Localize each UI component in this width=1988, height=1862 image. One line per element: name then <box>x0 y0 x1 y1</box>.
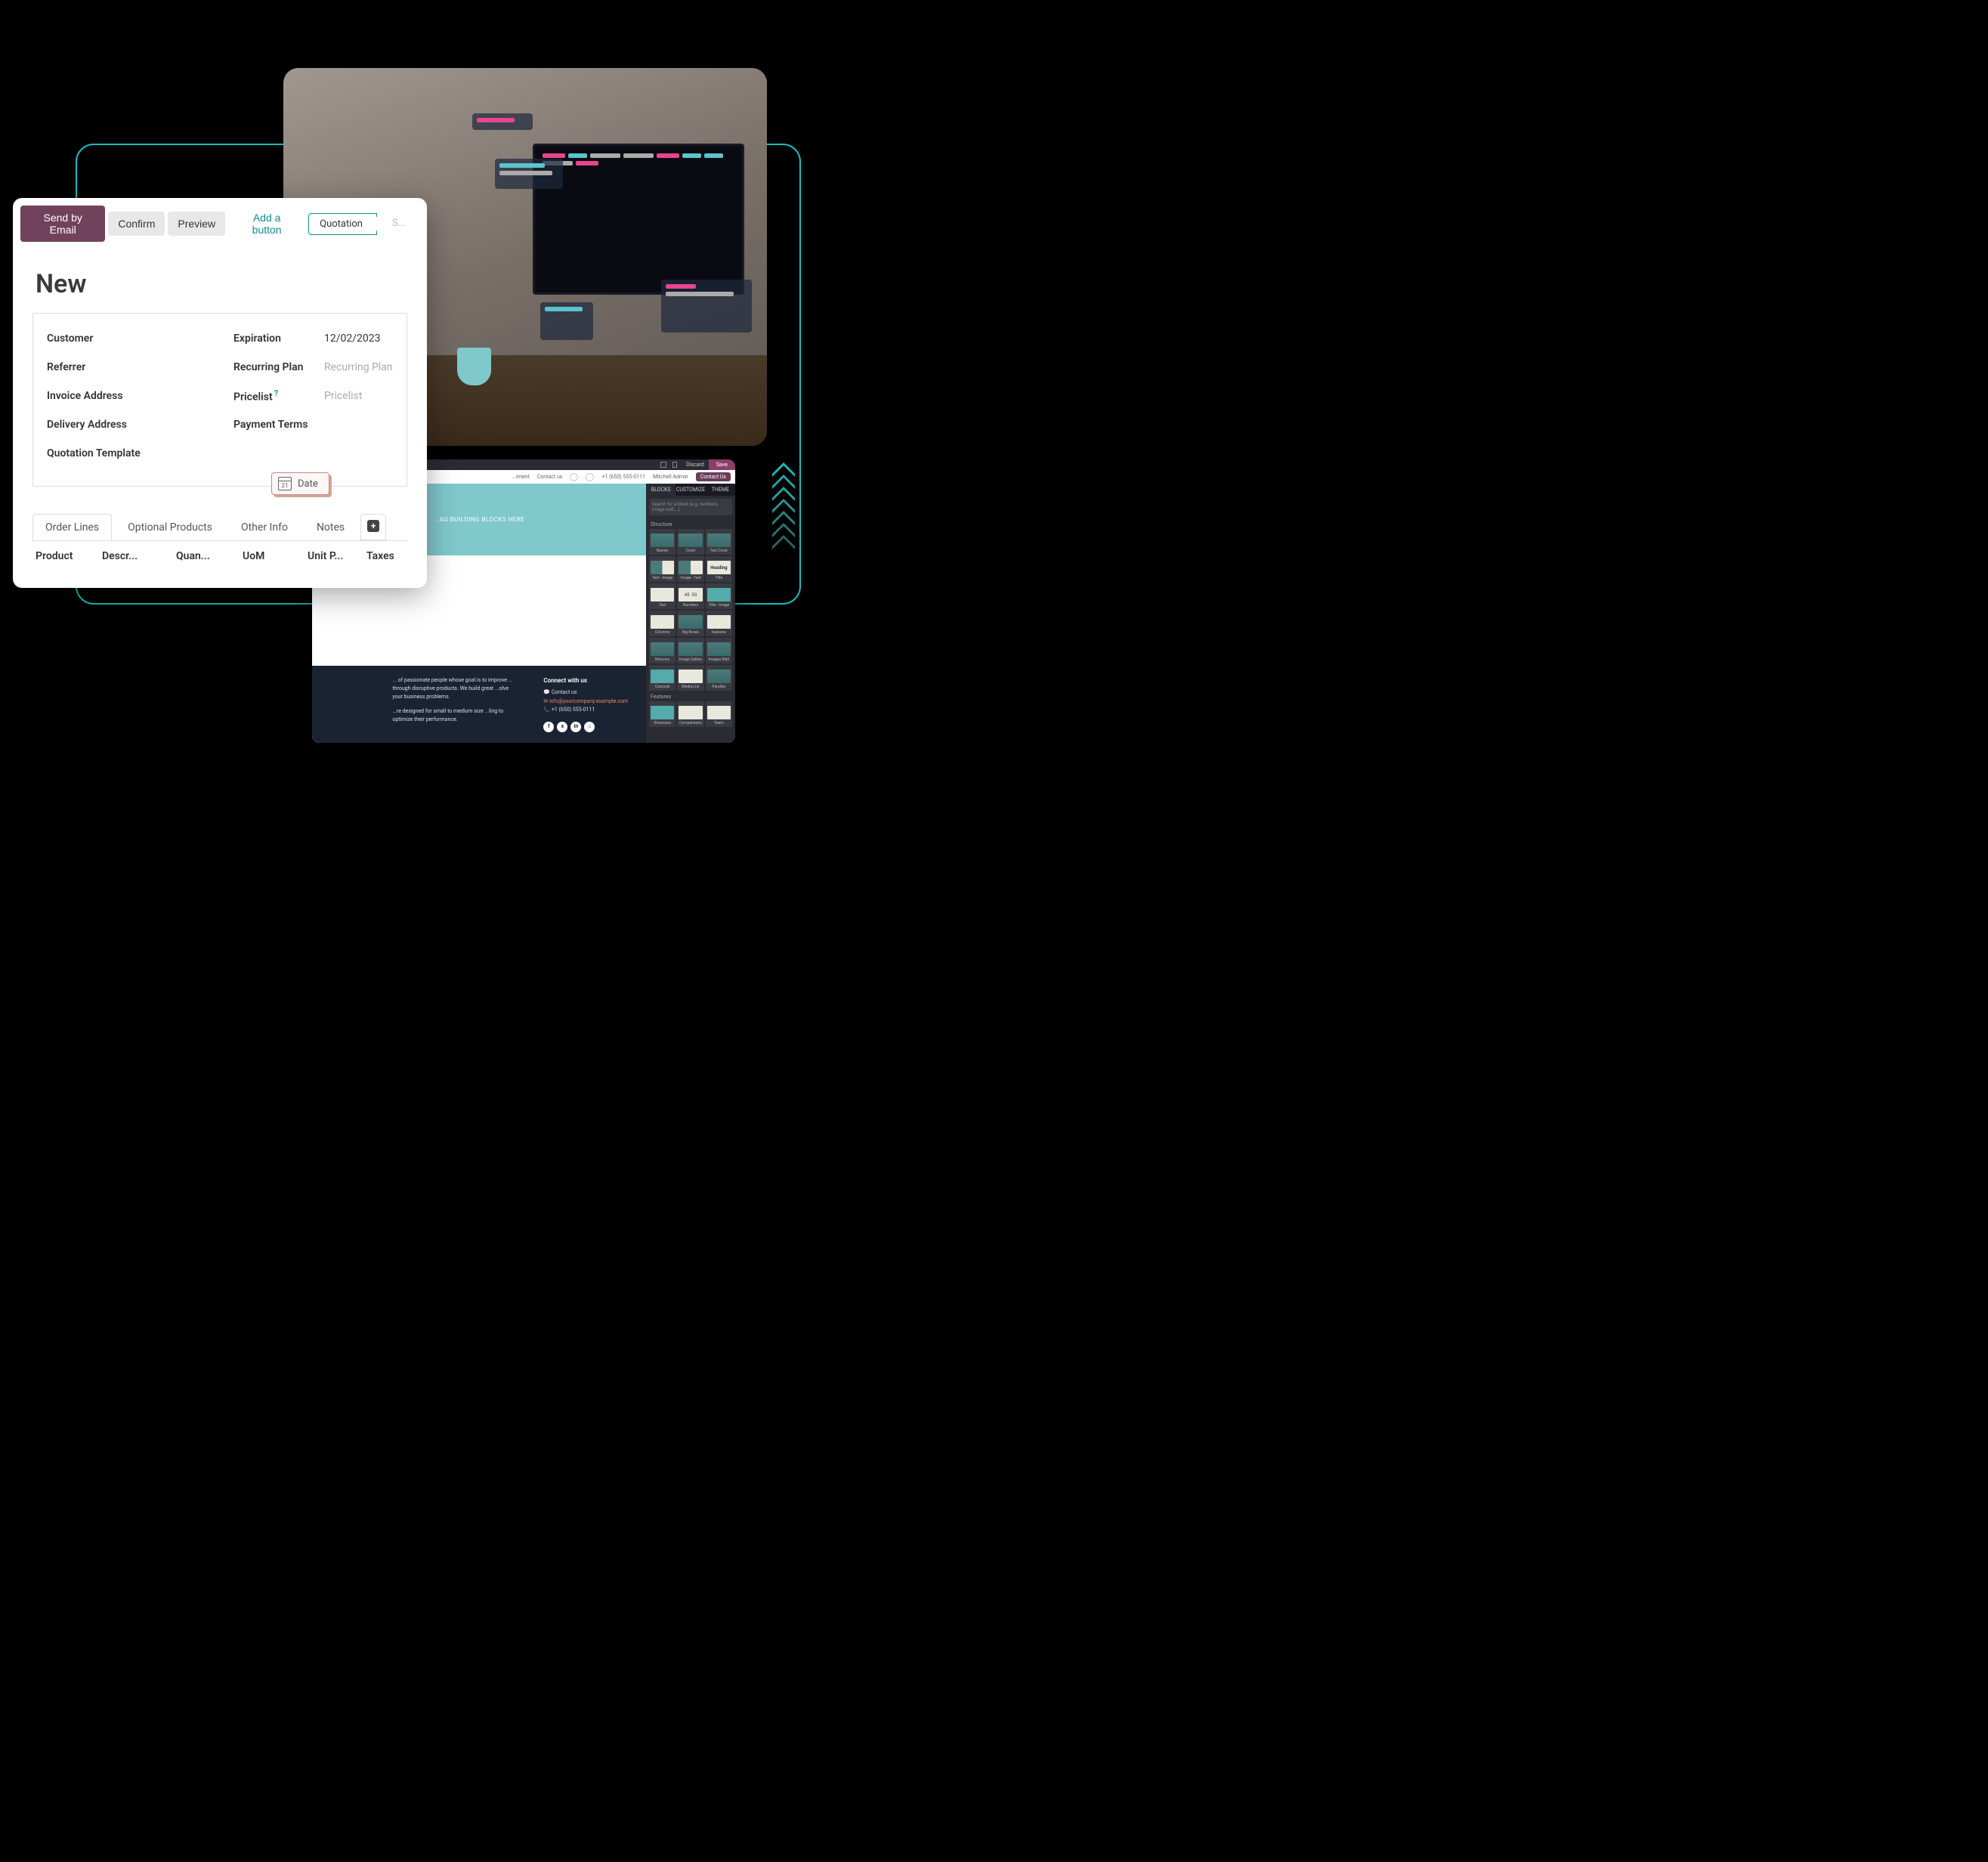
home-icon[interactable]: ⌂ <box>584 722 595 732</box>
tab-order-lines[interactable]: Order Lines <box>32 514 112 540</box>
form-tabs: Order Lines Optional Products Other Info… <box>32 514 407 541</box>
preview-button[interactable]: Preview <box>168 212 225 236</box>
nav-phone: +1 (650) 555-0111 <box>601 474 645 480</box>
block-cover[interactable]: Cover <box>677 529 703 555</box>
col-uom: UoM <box>243 550 280 562</box>
form-fields: Customer Referrer Invoice Address Delive… <box>32 313 407 487</box>
contact-us-button[interactable]: Contact Us <box>696 472 731 481</box>
site-footer: ... of passionate people whose goal is t… <box>312 666 646 743</box>
block-image-text[interactable]: Image - Text <box>677 556 703 582</box>
date-badge-label: Date <box>298 478 318 490</box>
referrer-label: Referrer <box>47 361 138 373</box>
side-tab-customize[interactable]: CUSTOMIZE <box>676 484 705 496</box>
discard-button[interactable]: Discard <box>682 459 708 470</box>
recurring-plan-label: Recurring Plan <box>233 361 324 373</box>
col-unit-price: Unit P... <box>308 550 353 562</box>
block-image-gallery[interactable]: Image Gallery <box>677 638 703 663</box>
side-tab-theme[interactable]: THEME <box>706 484 735 496</box>
mobile-icon[interactable] <box>672 462 677 468</box>
block-search[interactable]: Search for a block (e.g. numbers, image … <box>649 499 732 515</box>
footer-phone: 📞 +1 (650) 555-0111 <box>543 706 628 714</box>
side-tab-blocks[interactable]: BLOCKS <box>646 484 676 496</box>
confirm-button[interactable]: Confirm <box>108 212 165 236</box>
tab-other-info[interactable]: Other Info <box>228 514 301 540</box>
block-media-list[interactable]: Media List <box>677 665 703 691</box>
block-text[interactable]: Text <box>649 583 676 609</box>
col-quantity: Quan... <box>176 550 229 562</box>
quotation-template-label: Quotation Template <box>47 447 168 459</box>
search-icon[interactable] <box>586 473 594 481</box>
footer-email[interactable]: ✉ info@yourcompany.example.com <box>543 697 628 706</box>
send-email-button[interactable]: Send by Email <box>20 206 105 242</box>
tab-notes[interactable]: Notes <box>304 514 357 540</box>
footer-about-1: ... of passionate people whose goal is t… <box>392 676 513 702</box>
floating-panel <box>495 159 563 189</box>
help-icon[interactable]: ? <box>274 388 278 398</box>
col-taxes: Taxes <box>366 550 404 562</box>
form-toolbar: Send by Email Confirm Preview Add a butt… <box>13 206 427 249</box>
floating-panel <box>661 280 752 332</box>
expiration-value[interactable]: 12/02/2023 <box>324 332 381 345</box>
section-features: Features <box>646 691 735 701</box>
linkedin-icon[interactable]: in <box>570 722 581 732</box>
facebook-icon[interactable]: f <box>543 722 554 732</box>
date-badge[interactable]: 21 Date <box>271 472 329 495</box>
block-team[interactable]: Team <box>706 701 732 727</box>
payment-terms-label: Payment Terms <box>233 419 324 431</box>
col-product: Product <box>36 550 88 562</box>
add-button-link[interactable]: Add a button <box>228 206 305 242</box>
calendar-icon: 21 <box>278 477 292 490</box>
cart-icon[interactable] <box>570 473 578 481</box>
block-title[interactable]: HeadingTitle <box>706 556 732 582</box>
block-parallax[interactable]: Parallax <box>706 665 732 691</box>
tab-add[interactable]: + <box>360 514 386 540</box>
invoice-address-label: Invoice Address <box>47 390 138 402</box>
block-showcase[interactable]: Showcase <box>649 701 676 727</box>
builder-sidebar: BLOCKS CUSTOMIZE THEME Search for a bloc… <box>646 484 735 743</box>
customer-label: Customer <box>47 332 138 345</box>
floating-panel <box>472 113 533 130</box>
quotation-form: Send by Email Confirm Preview Add a butt… <box>13 198 427 588</box>
block-banner[interactable]: Banner <box>649 529 676 555</box>
footer-about-2: ...re designed for small to medium size … <box>392 707 513 724</box>
status-bar: Quotation S... <box>308 213 419 235</box>
tab-optional-products[interactable]: Optional Products <box>115 514 225 540</box>
footer-contact-link[interactable]: 💬 Contact us <box>543 688 628 697</box>
block-numbers[interactable]: 4593Numbers <box>677 583 703 609</box>
nav-user[interactable]: Mitchell Admin <box>653 474 688 480</box>
recurring-plan-input[interactable]: Recurring Plan <box>324 361 393 373</box>
plus-icon: + <box>367 520 379 532</box>
block-comparisons[interactable]: Comparisons <box>677 701 703 727</box>
block-big-boxes[interactable]: Big Boxes <box>677 611 703 636</box>
status-next[interactable]: S... <box>377 213 419 235</box>
section-structure: Structure <box>646 518 735 529</box>
pricelist-input[interactable]: Pricelist <box>324 390 362 402</box>
expiration-label: Expiration <box>233 332 324 345</box>
pricelist-label: Pricelist? <box>233 388 324 404</box>
save-button[interactable]: Save <box>709 459 735 470</box>
floating-panel <box>540 302 593 340</box>
block-features[interactable]: Features <box>706 611 732 636</box>
col-description: Descr... <box>102 550 147 562</box>
table-header: Product Descr... Quan... UoM Unit P... T… <box>13 541 427 571</box>
block-carousel[interactable]: Carousel <box>649 665 676 691</box>
connect-title: Connect with us <box>543 676 628 686</box>
desktop-icon[interactable] <box>660 462 666 468</box>
block-title-image[interactable]: Title - Image <box>706 583 732 609</box>
block-text-image[interactable]: Text - Image <box>649 556 676 582</box>
mug-illustration <box>457 348 491 385</box>
delivery-address-label: Delivery Address <box>47 419 138 431</box>
status-quotation[interactable]: Quotation <box>308 213 377 235</box>
block-images-wall[interactable]: Images Wall <box>706 638 732 663</box>
block-text-cover[interactable]: Text Cover <box>706 529 732 555</box>
block-masonry[interactable]: Masonry <box>649 638 676 663</box>
nav-item[interactable]: ...iment <box>512 474 530 480</box>
monitor-illustration <box>533 144 744 295</box>
x-icon[interactable]: x <box>557 722 567 732</box>
form-title: New <box>13 249 427 313</box>
chevron-decoration <box>772 465 795 549</box>
block-columns[interactable]: Columns <box>649 611 676 636</box>
nav-contact-us[interactable]: Contact us <box>537 474 563 480</box>
